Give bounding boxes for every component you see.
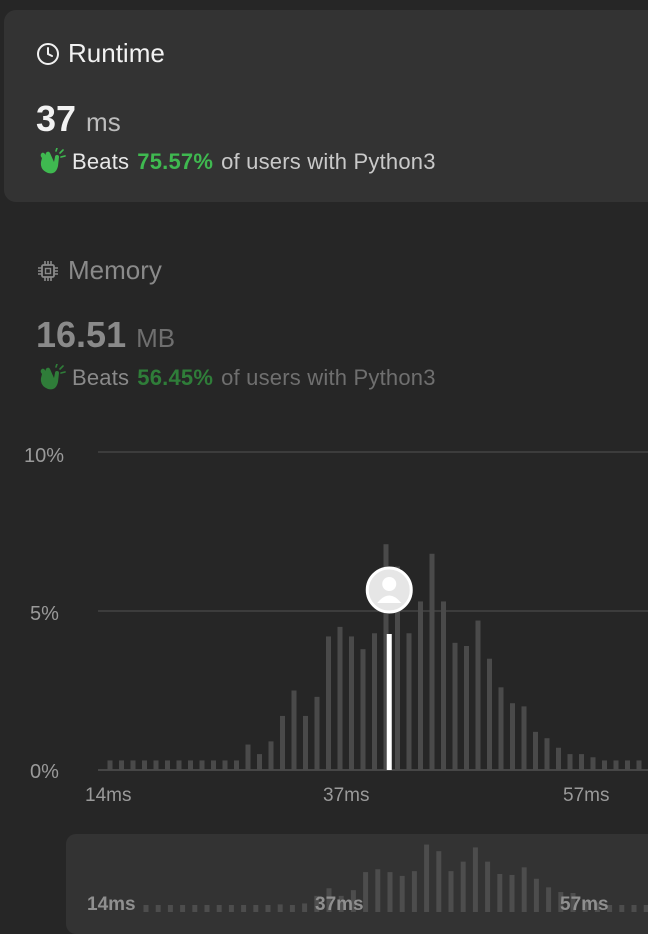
- overview-bar: [241, 905, 247, 912]
- overview-bar: [497, 874, 503, 912]
- overview-bar: [265, 905, 271, 912]
- range-overview-chart[interactable]: [0, 0, 648, 918]
- overview-bar: [460, 861, 466, 912]
- overview-x-tick-label: 14ms: [87, 894, 136, 915]
- overview-bar: [631, 905, 637, 912]
- overview-bar: [448, 871, 454, 912]
- overview-bar: [436, 851, 442, 912]
- overview-bar: [521, 867, 527, 912]
- overview-bar: [155, 905, 161, 912]
- overview-bar: [411, 871, 417, 912]
- overview-bar: [180, 905, 186, 912]
- overview-bar: [533, 878, 539, 912]
- overview-bar: [619, 905, 625, 912]
- overview-bar: [375, 869, 381, 912]
- overview-bar: [472, 847, 478, 912]
- overview-bar: [485, 861, 491, 912]
- overview-bar: [277, 904, 283, 912]
- overview-x-tick-label: 57ms: [560, 894, 609, 915]
- overview-bar: [289, 905, 295, 912]
- overview-bar: [546, 887, 552, 912]
- overview-bar: [509, 874, 515, 912]
- overview-bar: [387, 872, 393, 912]
- overview-bar: [253, 905, 259, 912]
- overview-bar: [399, 875, 405, 912]
- overview-bar: [424, 844, 430, 912]
- overview-bar: [192, 905, 198, 912]
- overview-bar: [204, 905, 210, 912]
- overview-bar: [363, 872, 369, 912]
- overview-bar: [167, 905, 173, 912]
- overview-bar: [302, 903, 308, 912]
- overview-bar: [143, 905, 149, 912]
- overview-bar: [216, 905, 222, 912]
- overview-bar: [643, 905, 648, 912]
- overview-bar: [228, 905, 234, 912]
- overview-x-tick-label: 37ms: [315, 894, 364, 915]
